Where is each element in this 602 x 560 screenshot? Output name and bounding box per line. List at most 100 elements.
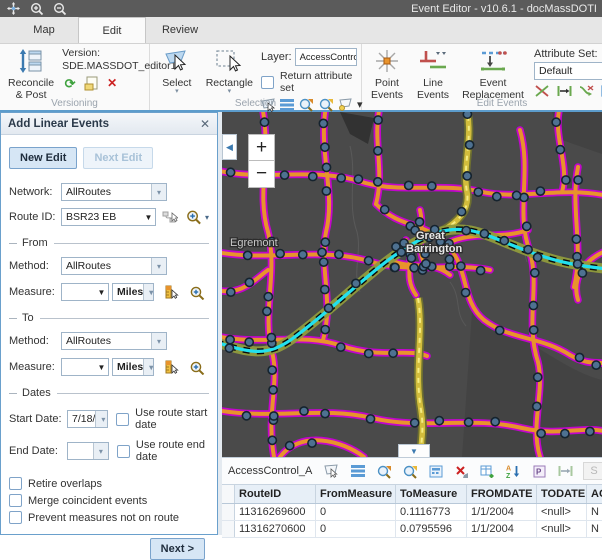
column-header[interactable]: RouteID <box>235 485 316 503</box>
group-label-versioning: Versioning <box>0 98 149 109</box>
attribute-set-label: Attribute Set: <box>534 48 602 60</box>
next-edit-button[interactable]: Next Edit <box>83 147 153 169</box>
column-header[interactable]: TODATE <box>537 485 587 503</box>
svg-text:Z: Z <box>506 473 511 478</box>
start-date-input[interactable]: 7/18/ ▾ <box>67 410 108 428</box>
split-event-icon[interactable] <box>534 83 550 98</box>
tab-review[interactable]: Review <box>146 17 214 43</box>
to-method-select[interactable]: AllRoutes ▾ <box>61 332 167 350</box>
column-header[interactable]: ToMeasure <box>396 485 467 503</box>
map-view[interactable]: Egremont Great Barrington ◀ + − ▼ <box>222 112 602 457</box>
new-version-icon[interactable] <box>83 76 99 91</box>
table-row[interactable]: 1131627060000.07955961/1/2004<null>N <box>222 521 602 538</box>
table-sort-icon[interactable]: AZ <box>505 463 522 479</box>
from-measure-input[interactable]: ▼ <box>61 283 109 301</box>
table-pan-to-selected-icon[interactable] <box>401 463 418 479</box>
pan-icon[interactable] <box>5 1 22 17</box>
route-id-dropdown-icon[interactable]: ▼ <box>142 213 155 222</box>
panel-close-icon[interactable]: ✕ <box>200 117 210 131</box>
from-method-select[interactable]: AllRoutes ▾ <box>61 257 167 275</box>
table-cell[interactable]: 11316269600 <box>235 504 316 520</box>
table-row[interactable]: 1131626960000.11167731/1/2004<null>N <box>222 504 602 521</box>
point-events-button[interactable]: Point Events <box>368 47 406 102</box>
column-header[interactable]: FROMDATE <box>467 485 537 503</box>
map-zoom-in-button[interactable]: + <box>248 134 275 161</box>
end-date-dropdown-icon[interactable]: ▾ <box>93 443 108 459</box>
table-cell[interactable]: 0 <box>316 504 396 520</box>
app-title: Event Editor - v10.6.1 - docMassDOTI <box>411 3 597 15</box>
use-route-end-date-checkbox[interactable] <box>117 445 130 458</box>
table-delete-selected-icon[interactable] <box>453 463 470 479</box>
rectangle-dropdown-icon[interactable]: ▾ <box>228 89 232 95</box>
line-events-button[interactable]: Line Events <box>414 47 452 102</box>
table-save-button[interactable]: S <box>583 462 602 480</box>
new-edit-button[interactable]: New Edit <box>9 147 77 169</box>
network-dropdown-icon[interactable]: ▾ <box>151 184 166 200</box>
from-measure-zoom-icon[interactable] <box>189 285 205 300</box>
table-cell[interactable]: 0.1116773 <box>396 504 467 520</box>
from-units-dropdown-icon[interactable]: ▾ <box>143 284 154 300</box>
to-measure-input[interactable]: ▼ <box>61 358 109 376</box>
collapse-panel-icon[interactable]: ◀ <box>222 134 237 160</box>
to-units-select[interactable]: Miles ▾ <box>112 358 154 376</box>
column-header[interactable]: AC <box>587 485 602 503</box>
network-value: AllRoutes <box>66 186 111 198</box>
next-button[interactable]: Next > <box>150 538 205 560</box>
reconcile-post-button[interactable]: Reconcile & Post <box>6 47 56 102</box>
table-cell[interactable]: N <box>587 504 602 520</box>
table-layer-name: AccessControl_A <box>228 465 312 477</box>
table-split-event-icon[interactable] <box>557 463 574 479</box>
layer-select[interactable]: AccessControl_A ▾ <box>295 48 357 66</box>
collapse-table-icon[interactable]: ▼ <box>398 444 430 457</box>
use-route-start-date-checkbox[interactable] <box>116 413 129 426</box>
event-replacement-button[interactable]: Event Replacement <box>460 47 526 102</box>
retire-event-icon[interactable] <box>578 83 594 98</box>
refresh-version-icon[interactable]: ⟳ <box>62 76 78 91</box>
delete-version-icon[interactable]: ✕ <box>104 76 120 91</box>
to-units-value: Miles <box>117 361 143 373</box>
from-method-dropdown-icon[interactable]: ▾ <box>151 258 166 274</box>
tab-edit[interactable]: Edit <box>78 17 146 43</box>
table-corner-cell[interactable] <box>222 485 235 503</box>
table-zoom-to-selected-icon[interactable] <box>375 463 392 479</box>
select-route-on-map-icon[interactable] <box>162 210 178 225</box>
to-measure-zoom-icon[interactable] <box>189 360 205 375</box>
tab-map[interactable]: Map <box>10 17 78 43</box>
merge-event-icon[interactable] <box>556 83 572 98</box>
retire-overlaps-checkbox[interactable] <box>9 477 22 490</box>
route-zoom-dropdown-icon[interactable]: ▾ <box>205 213 209 222</box>
table-show-selected-icon[interactable] <box>349 463 366 479</box>
panel-title: Add Linear Events <box>8 118 109 130</box>
zoom-in-icon[interactable] <box>28 1 45 17</box>
to-method-dropdown-icon[interactable]: ▾ <box>151 333 166 349</box>
to-measure-pick-icon[interactable] <box>163 360 179 375</box>
start-date-dropdown-icon[interactable]: ▾ <box>95 411 108 427</box>
to-units-dropdown-icon[interactable]: ▾ <box>143 359 154 375</box>
from-measure-pick-icon[interactable] <box>163 285 179 300</box>
table-cell[interactable]: 1/1/2004 <box>467 504 537 520</box>
from-method-value: AllRoutes <box>66 260 111 272</box>
to-measure-dropdown-icon[interactable]: ▼ <box>95 363 108 372</box>
prevent-measures-checkbox[interactable] <box>9 511 22 524</box>
from-units-select[interactable]: Miles ▾ <box>112 283 154 301</box>
rectangle-icon <box>215 48 243 77</box>
route-zoom-icon[interactable] <box>186 210 202 225</box>
table-select-by-shape-icon[interactable] <box>323 463 340 479</box>
merge-coincident-events-checkbox[interactable] <box>9 494 22 507</box>
row-selector[interactable] <box>222 504 235 520</box>
table-add-row-icon[interactable] <box>479 463 496 479</box>
table-field-calculator-icon[interactable] <box>427 463 444 479</box>
zoom-out-icon[interactable] <box>51 1 68 17</box>
route-id-select[interactable]: BSR23 EB ▼ <box>61 208 156 226</box>
table-edit-attributes-icon[interactable]: P <box>531 463 548 479</box>
return-attribute-set-checkbox[interactable] <box>261 76 274 89</box>
from-measure-dropdown-icon[interactable]: ▼ <box>95 288 108 297</box>
network-select[interactable]: AllRoutes ▾ <box>61 183 167 201</box>
select-dropdown-icon[interactable]: ▾ <box>175 89 179 95</box>
attribute-set-select[interactable]: Default ▾ <box>534 62 602 80</box>
group-edit-events: Point Events Line Events Event Replaceme… <box>362 44 602 110</box>
end-date-input[interactable]: ▾ <box>67 442 109 460</box>
map-zoom-out-button[interactable]: − <box>248 161 275 188</box>
column-header[interactable]: FromMeasure <box>316 485 396 503</box>
table-cell[interactable]: <null> <box>537 504 587 520</box>
